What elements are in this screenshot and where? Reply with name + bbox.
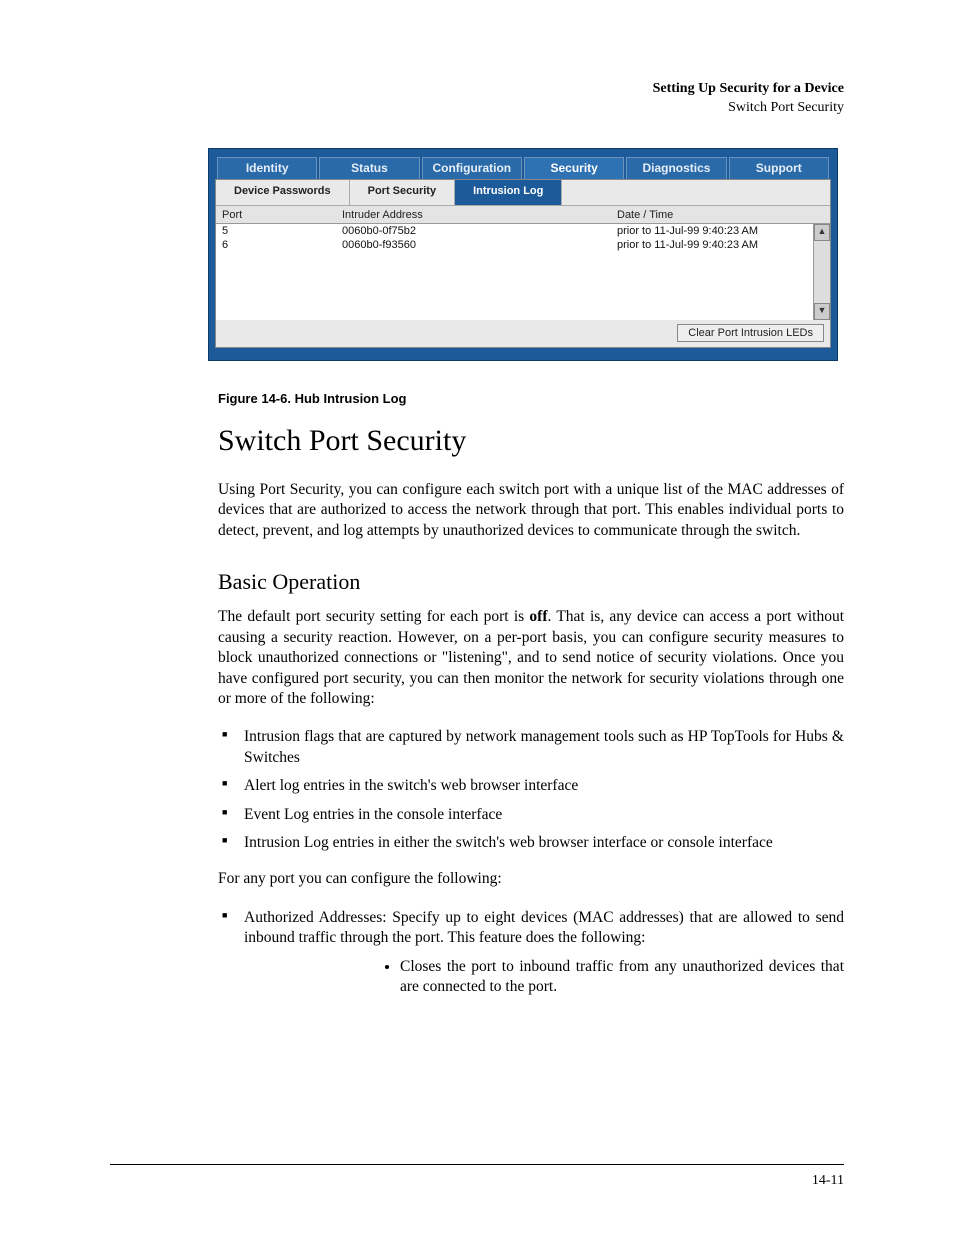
subtab-intrusion-log[interactable]: Intrusion Log <box>455 180 562 205</box>
col-header-date-time: Date / Time <box>617 209 824 221</box>
sub-list: Closes the port to inbound traffic from … <box>352 957 844 998</box>
main-tab-bar: Identity Status Configuration Security D… <box>215 155 831 179</box>
tab-security[interactable]: Security <box>524 157 624 179</box>
list-item: Event Log entries in the console interfa… <box>244 805 844 825</box>
list-item: Intrusion flags that are captured by net… <box>244 727 844 768</box>
col-header-intruder-address: Intruder Address <box>342 209 617 221</box>
intro-paragraph: Using Port Security, you can configure e… <box>218 480 844 541</box>
scroll-up-icon[interactable]: ▲ <box>814 224 830 241</box>
table-row[interactable]: 6 0060b0-f93560 prior to 11-Jul-99 9:40:… <box>216 238 830 252</box>
cell-port: 6 <box>222 238 342 252</box>
tab-status[interactable]: Status <box>319 157 419 179</box>
col-header-port: Port <box>222 209 342 221</box>
basic-op-bold-off: off <box>529 608 547 625</box>
figure-caption: Figure 14-6. Hub Intrusion Log <box>218 391 844 406</box>
page-number: 14-11 <box>812 1173 844 1189</box>
tab-support[interactable]: Support <box>729 157 829 179</box>
running-header: Setting Up Security for a Device Switch … <box>110 80 844 118</box>
subtab-port-security[interactable]: Port Security <box>350 180 455 205</box>
configure-intro: For any port you can configure the follo… <box>218 869 844 889</box>
table-row[interactable]: 5 0060b0-0f75b2 prior to 11-Jul-99 9:40:… <box>216 224 830 238</box>
vertical-scrollbar[interactable]: ▲ ▼ <box>813 224 830 320</box>
subtab-device-passwords[interactable]: Device Passwords <box>216 180 350 205</box>
button-row: Clear Port Intrusion LEDs <box>216 320 830 347</box>
list-item: Closes the port to inbound traffic from … <box>400 957 844 998</box>
cell-date-time: prior to 11-Jul-99 9:40:23 AM <box>617 224 824 238</box>
tab-identity[interactable]: Identity <box>217 157 317 179</box>
subsection-heading: Basic Operation <box>218 569 844 595</box>
scroll-down-icon[interactable]: ▼ <box>814 303 830 320</box>
basic-operation-paragraph: The default port security setting for ea… <box>218 607 844 709</box>
section-heading: Switch Port Security <box>218 424 844 458</box>
cell-port: 5 <box>222 224 342 238</box>
sub-tab-bar: Device Passwords Port Security Intrusion… <box>216 180 830 206</box>
running-header-chapter: Setting Up Security for a Device <box>653 81 844 96</box>
log-body: 5 0060b0-0f75b2 prior to 11-Jul-99 9:40:… <box>216 224 830 320</box>
tab-diagnostics[interactable]: Diagnostics <box>626 157 726 179</box>
list-item-text: Authorized Addresses: Specify up to eigh… <box>244 909 844 946</box>
footer-rule <box>110 1164 844 1165</box>
intrusion-log-panel: Identity Status Configuration Security D… <box>208 148 838 361</box>
list-item: Alert log entries in the switch's web br… <box>244 776 844 796</box>
configure-list: Authorized Addresses: Specify up to eigh… <box>218 908 844 998</box>
cell-intruder-address: 0060b0-0f75b2 <box>342 224 617 238</box>
cell-date-time: prior to 11-Jul-99 9:40:23 AM <box>617 238 824 252</box>
monitoring-list: Intrusion flags that are captured by net… <box>218 727 844 853</box>
tab-configuration[interactable]: Configuration <box>422 157 522 179</box>
log-column-headers: Port Intruder Address Date / Time <box>216 206 830 224</box>
running-header-section: Switch Port Security <box>728 100 844 115</box>
list-item: Intrusion Log entries in either the swit… <box>244 833 844 853</box>
cell-intruder-address: 0060b0-f93560 <box>342 238 617 252</box>
list-item: Authorized Addresses: Specify up to eigh… <box>244 908 844 998</box>
basic-op-text-pre: The default port security setting for ea… <box>218 608 529 625</box>
clear-port-intrusion-leds-button[interactable]: Clear Port Intrusion LEDs <box>677 324 824 342</box>
